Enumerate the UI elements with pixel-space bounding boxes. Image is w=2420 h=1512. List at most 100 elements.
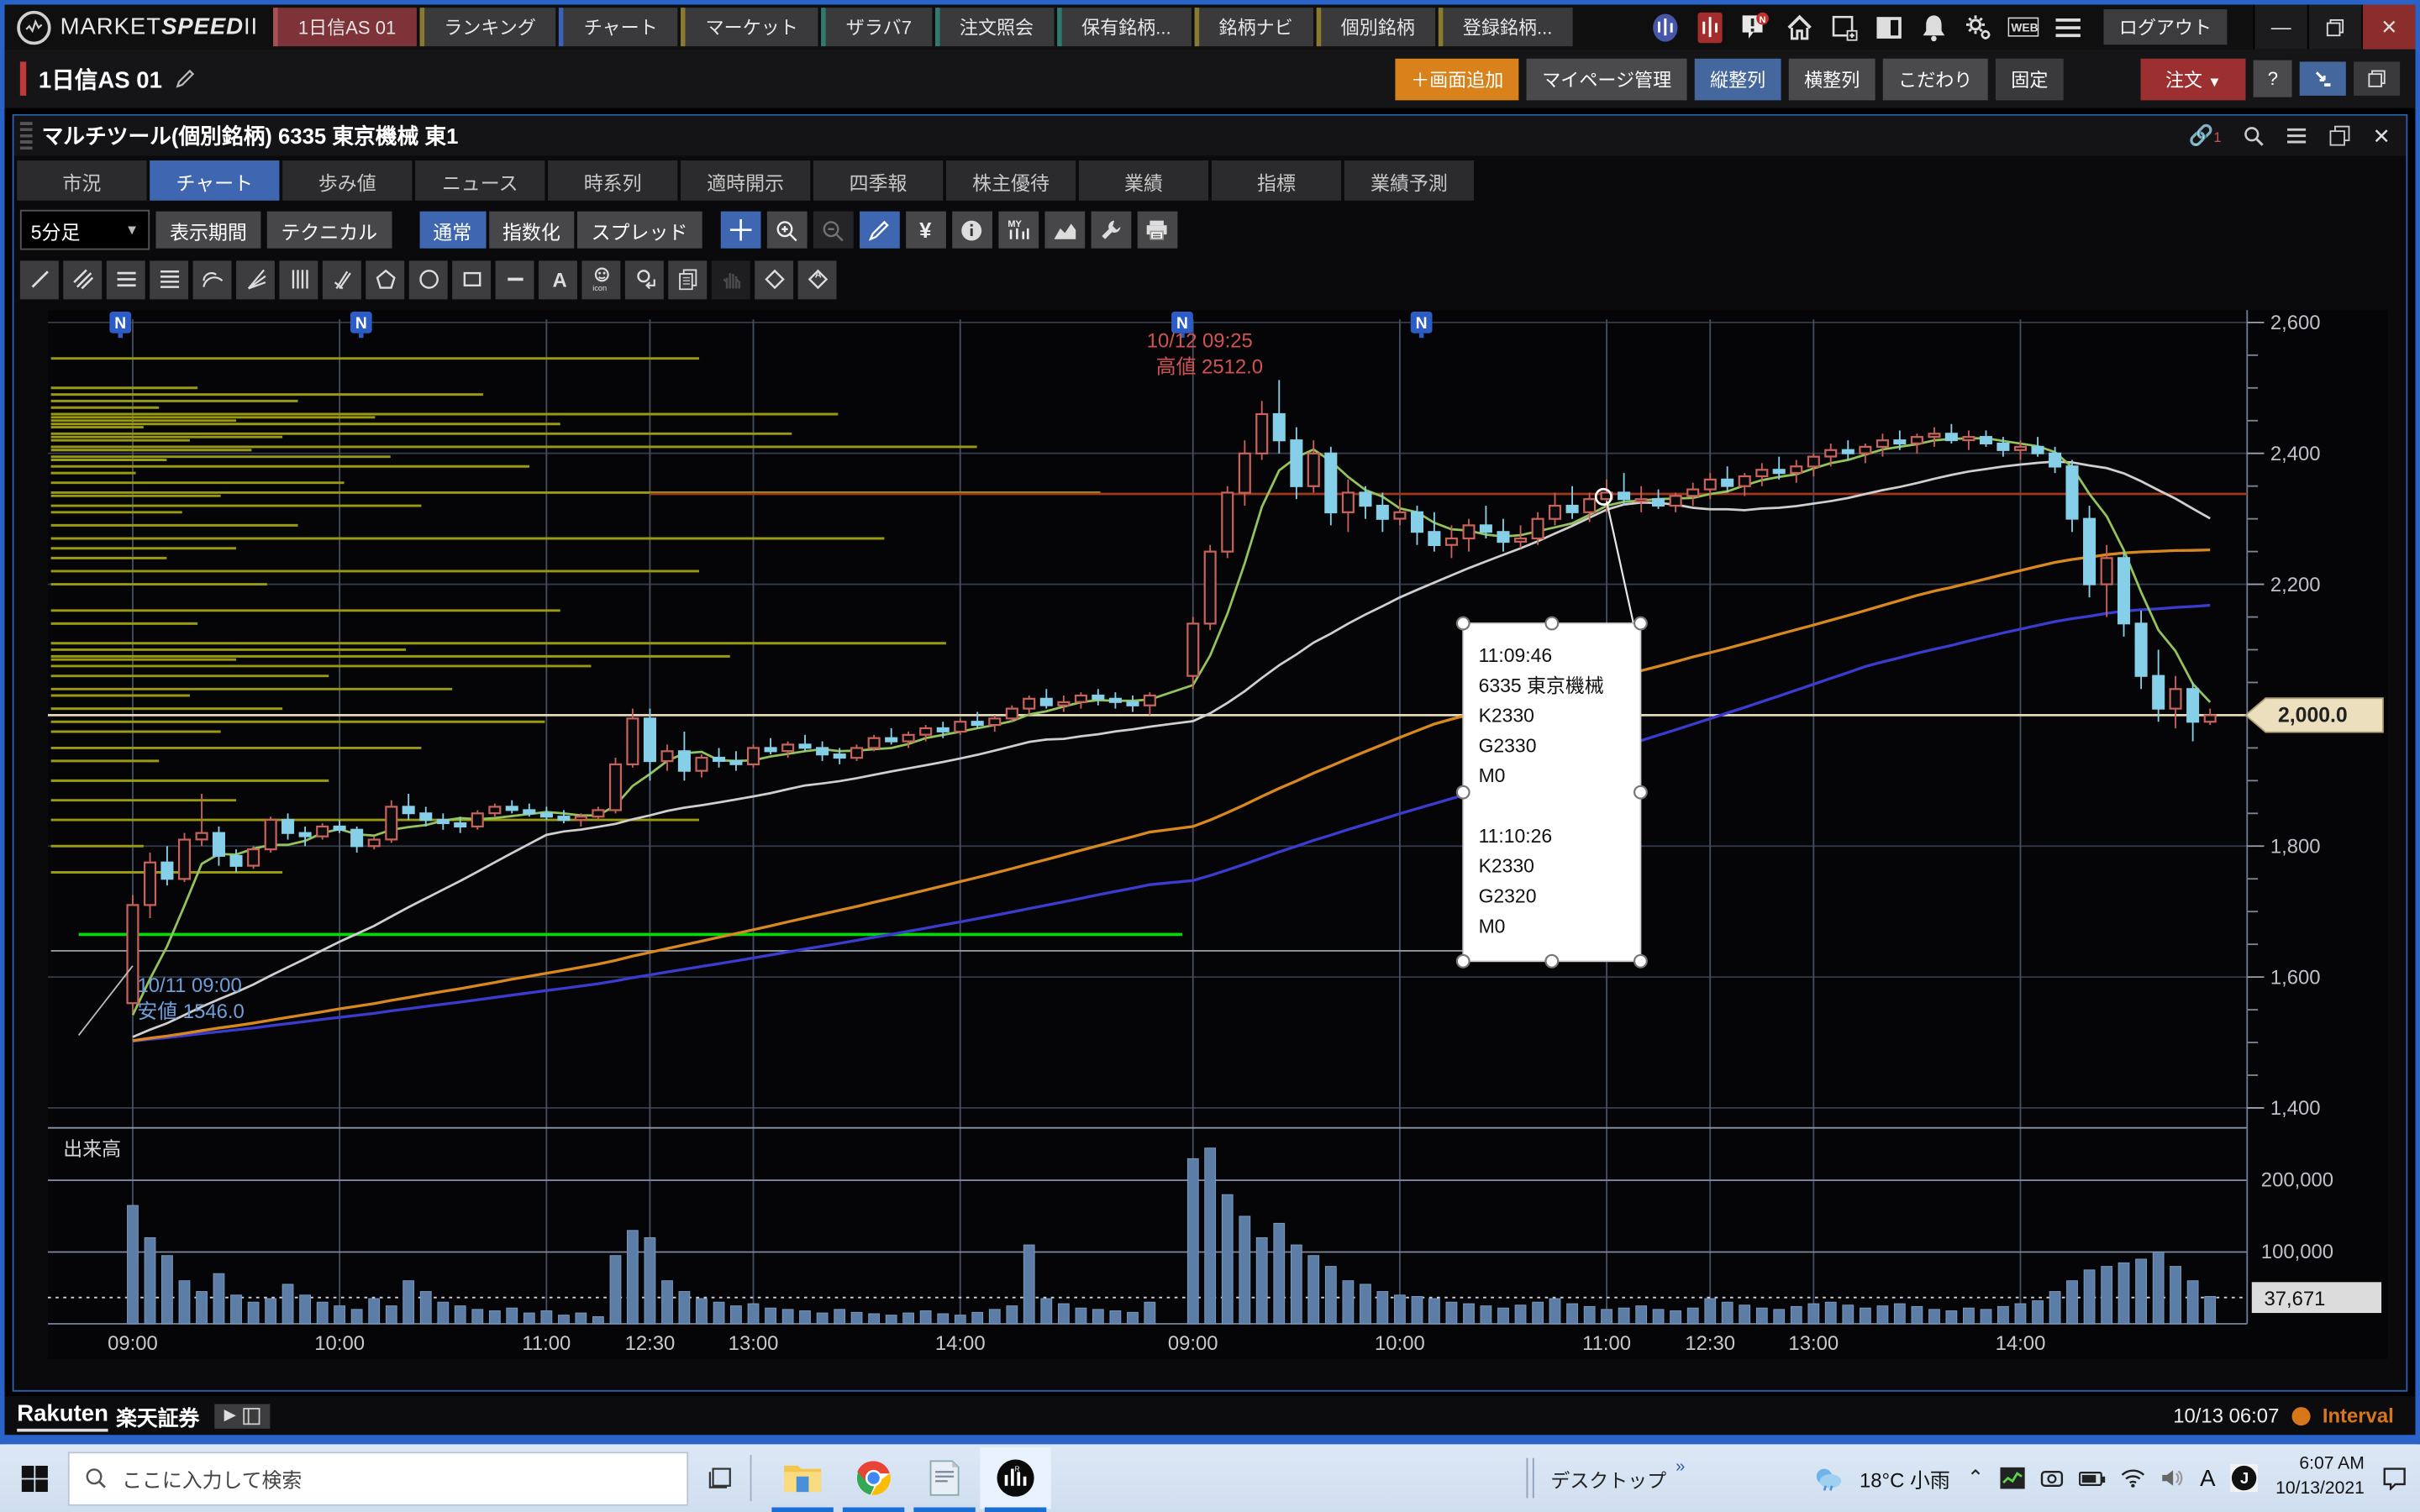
- vlines-icon[interactable]: [279, 260, 318, 298]
- page-button-横整列[interactable]: 横整列: [1789, 58, 1876, 100]
- notepad-icon[interactable]: [909, 1447, 980, 1509]
- menu-tab-ザラバ7[interactable]: ザラバ7: [821, 8, 931, 46]
- bell-icon[interactable]: [1918, 12, 1949, 43]
- yen-icon[interactable]: ¥: [905, 212, 945, 249]
- battery-icon[interactable]: [2080, 1469, 2106, 1486]
- desktop-toolbar[interactable]: デスクトップ»: [1550, 1463, 1685, 1493]
- window-tab-指標[interactable]: 指標: [1212, 160, 1341, 201]
- pentagon-icon[interactable]: [366, 260, 404, 298]
- zoom-out-icon[interactable]: [813, 212, 853, 249]
- rectangle-icon[interactable]: [452, 260, 491, 298]
- list-menu-icon[interactable]: [2286, 127, 2308, 145]
- tray-expand-icon[interactable]: ⌃: [1967, 1466, 1984, 1490]
- window-tab-時系列[interactable]: 時系列: [548, 160, 677, 201]
- zoom-in-icon[interactable]: [766, 212, 807, 249]
- printer-icon[interactable]: [1137, 212, 1177, 249]
- menu-tab-1日信AS 01[interactable]: 1日信AS 01: [274, 8, 417, 46]
- mode-button-スプレッド[interactable]: スプレッド: [577, 212, 702, 249]
- text-a-icon[interactable]: A: [539, 260, 577, 298]
- window-tab-四季報[interactable]: 四季報: [813, 160, 943, 201]
- add-window-icon[interactable]: [1828, 12, 1860, 43]
- alert-news-icon[interactable]: N: [1739, 12, 1770, 43]
- info-icon[interactable]: [951, 212, 992, 249]
- page-button-マイページ管理[interactable]: マイページ管理: [1527, 58, 1687, 100]
- window-close-icon[interactable]: ✕: [2373, 123, 2391, 149]
- candles-oval-icon[interactable]: [1649, 12, 1681, 43]
- page-button-＋画面追加[interactable]: ＋画面追加: [1396, 58, 1519, 100]
- menu-tab-チャート[interactable]: チャート: [559, 8, 677, 46]
- pencil-icon[interactable]: [859, 212, 899, 249]
- chrome-icon[interactable]: [838, 1447, 908, 1509]
- duplicate-window-icon[interactable]: [2329, 125, 2351, 147]
- my-indicator-icon[interactable]: MY: [998, 212, 1039, 249]
- mode-button-通常[interactable]: 通常: [419, 212, 486, 249]
- hand-icon[interactable]: [712, 260, 750, 298]
- pointer-return-icon[interactable]: [625, 260, 664, 298]
- candles-red-icon[interactable]: [1695, 12, 1726, 43]
- menu-tab-保有銘柄...[interactable]: 保有銘柄...: [1057, 8, 1192, 46]
- snip-icon[interactable]: [2041, 1468, 2065, 1488]
- notification-center-icon[interactable]: [2381, 1466, 2407, 1490]
- start-button[interactable]: [0, 1444, 68, 1512]
- eraser-all-icon[interactable]: A: [798, 260, 837, 298]
- crosshair-icon[interactable]: [720, 212, 760, 249]
- quick-order-icon[interactable]: [2300, 61, 2346, 95]
- wrench-icon[interactable]: [1091, 212, 1131, 249]
- edit-pencil-icon[interactable]: [175, 68, 197, 90]
- file-explorer-icon[interactable]: [767, 1447, 838, 1509]
- emoji-icon-icon[interactable]: icon: [581, 260, 620, 298]
- wifi-icon[interactable]: [2121, 1469, 2145, 1488]
- close-button[interactable]: ✕: [2361, 5, 2415, 50]
- weather-label[interactable]: 18°C 小雨: [1860, 1463, 1950, 1493]
- ime-j-icon[interactable]: J: [2231, 1464, 2259, 1492]
- hatch-line-icon[interactable]: [63, 260, 102, 298]
- fan-line-icon[interactable]: [236, 260, 275, 298]
- page-button-固定[interactable]: 固定: [1996, 58, 2064, 100]
- eraser-icon[interactable]: [755, 260, 793, 298]
- marketspeed-app-icon[interactable]: R: [980, 1447, 1050, 1509]
- volume-icon[interactable]: [2161, 1469, 2185, 1488]
- stock-mini-icon[interactable]: [2001, 1467, 2025, 1489]
- minimize-button[interactable]: —: [2254, 5, 2307, 50]
- window-tab-株主優待[interactable]: 株主優待: [946, 160, 1076, 201]
- hsegment-icon[interactable]: [496, 260, 534, 298]
- drag-grip-icon[interactable]: [20, 122, 33, 150]
- page-button-こだわり[interactable]: こだわり: [1883, 58, 1988, 100]
- search-icon[interactable]: [2243, 125, 2265, 147]
- taskbar-search-input[interactable]: ここに入力して検索: [68, 1451, 688, 1504]
- pitchfork-icon[interactable]: [323, 260, 361, 298]
- link-icon[interactable]: 🔗1: [2189, 123, 2222, 148]
- layout-icon[interactable]: [2354, 61, 2400, 95]
- copy-icon[interactable]: [668, 260, 707, 298]
- price-chart[interactable]: 2,6002,4002,2002,0001,8001,6001,400200,0…: [48, 310, 2387, 1359]
- home-icon[interactable]: [1784, 12, 1815, 43]
- window-tab-業績[interactable]: 業績: [1079, 160, 1208, 201]
- period-select[interactable]: 5分足▼: [20, 210, 150, 250]
- logout-button[interactable]: ログアウト: [2103, 9, 2227, 45]
- candlestick-chart-svg[interactable]: 2,6002,4002,2002,0001,8001,6001,400200,0…: [48, 310, 2387, 1359]
- fibo-arc-icon[interactable]: [193, 260, 232, 298]
- restore-button[interactable]: [2307, 5, 2361, 50]
- ime-a-icon[interactable]: A: [2200, 1465, 2215, 1491]
- page-button-縦整列[interactable]: 縦整列: [1695, 58, 1781, 100]
- trendline-icon[interactable]: [20, 260, 59, 298]
- window-tab-適時開示[interactable]: 適時開示: [681, 160, 810, 201]
- toolbar-grip[interactable]: [1526, 1458, 1534, 1499]
- menu-tab-マーケット[interactable]: マーケット: [681, 8, 818, 46]
- toolbar-button-表示期間[interactable]: 表示期間: [156, 212, 261, 249]
- hlines3-icon[interactable]: [107, 260, 145, 298]
- task-view-button[interactable]: [707, 1466, 734, 1490]
- menu-tab-登録銘柄...[interactable]: 登録銘柄...: [1438, 8, 1572, 46]
- menu-tab-注文照会[interactable]: 注文照会: [935, 8, 1054, 46]
- area-chart-icon[interactable]: [1044, 212, 1085, 249]
- expand-panel-button[interactable]: ▶: [215, 1404, 271, 1428]
- window-tab-市況[interactable]: 市況: [17, 160, 146, 201]
- window-tab-歩み値[interactable]: 歩み値: [282, 160, 412, 201]
- window-tab-ニュース[interactable]: ニュース: [415, 160, 544, 201]
- window-tab-業績予測[interactable]: 業績予測: [1344, 160, 1474, 201]
- mode-button-指数化[interactable]: 指数化: [488, 212, 574, 249]
- hlines4-icon[interactable]: [150, 260, 188, 298]
- order-button[interactable]: 注文 ▼: [2141, 58, 2246, 100]
- toolbar-button-テクニカル[interactable]: テクニカル: [267, 212, 392, 249]
- panel-icon[interactable]: [1874, 12, 1905, 43]
